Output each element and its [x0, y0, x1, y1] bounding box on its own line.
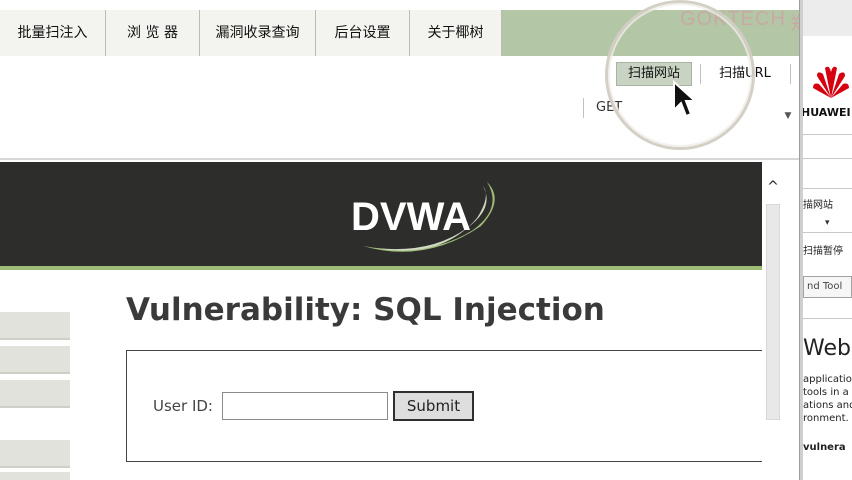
toolbar-divider — [790, 64, 791, 84]
nav-menu-item[interactable] — [0, 380, 70, 408]
huawei-wordmark: HUAWEI — [803, 106, 851, 119]
side-scan-site-button[interactable]: 描网站 — [803, 196, 833, 211]
toolbar-divider — [583, 98, 584, 118]
menu-item-vuln-db[interactable]: 漏洞收录查询 — [200, 10, 316, 56]
chevron-down-icon[interactable]: ▼ — [781, 110, 795, 122]
side-text-line: ations and — [803, 400, 852, 411]
page-title: Vulnerability: SQL Injection — [126, 292, 605, 328]
side-text-line: tools in a — [803, 387, 849, 398]
nav-menu-item[interactable] — [0, 346, 70, 374]
side-tool-button[interactable]: nd Tool — [803, 276, 852, 298]
magnifier-highlight — [605, 0, 755, 150]
userid-label: User ID: — [153, 397, 213, 415]
side-divider — [803, 318, 852, 319]
side-divider — [803, 232, 852, 233]
menu-item-batch-import[interactable]: 批量扫注入 — [0, 10, 106, 56]
dvwa-logo: DVWA — [351, 182, 495, 252]
side-panel: HUAWEI 描网站 ▾ 扫描暂停 nd Tool Web A applicat… — [803, 0, 852, 480]
cursor-shape — [673, 80, 698, 118]
scrollbar-track[interactable] — [766, 204, 780, 420]
nav-menu-item[interactable] — [0, 440, 70, 468]
screen: 批量扫注入 浏 览 器 漏洞收录查询 后台设置 关于椰树 GOKTECH 郑 扫… — [0, 0, 852, 480]
menu-item-about[interactable]: 关于椰树 — [410, 10, 502, 56]
side-scan-pause-button[interactable]: 扫描暂停 — [803, 242, 843, 257]
menu-item-settings[interactable]: 后台设置 — [316, 10, 410, 56]
arrow-cursor-icon — [673, 80, 698, 118]
side-heading: Web A — [803, 336, 852, 361]
side-panel-header — [803, 0, 852, 36]
huawei-logo-icon — [813, 66, 849, 98]
side-text-line: ronment. — [803, 413, 849, 424]
userid-input[interactable] — [222, 392, 388, 420]
side-divider — [803, 188, 852, 189]
side-text-line: applicatio — [803, 374, 852, 385]
nav-menu-item[interactable] — [0, 472, 70, 480]
toolbar-divider — [0, 158, 800, 160]
submit-button[interactable]: Submit — [393, 391, 474, 421]
menu-item-browser[interactable]: 浏 览 器 — [106, 10, 200, 56]
side-divider — [803, 134, 852, 135]
nav-menu-item[interactable] — [0, 312, 70, 340]
chevron-up-icon[interactable]: ^ — [764, 178, 782, 196]
side-divider — [803, 158, 852, 159]
chevron-down-icon[interactable]: ▾ — [825, 218, 830, 228]
side-text-line: vulnera — [803, 442, 846, 453]
logo-text: DVWA — [351, 195, 471, 239]
